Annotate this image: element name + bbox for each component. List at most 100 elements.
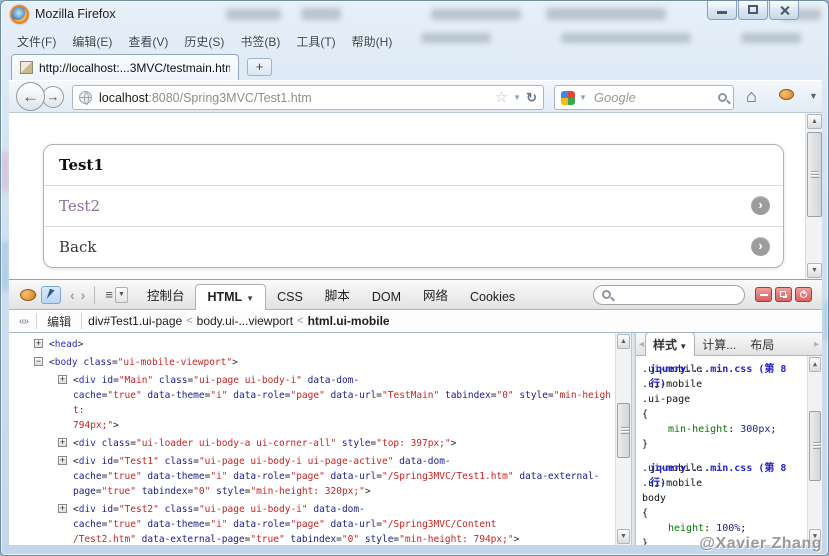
scrollbar-thumb[interactable]: [809, 411, 821, 481]
url-path: :8080/Spring3MVC/Test1.htm: [148, 91, 311, 105]
tabs-scroll-left-icon[interactable]: ◂: [639, 339, 644, 350]
css-declaration[interactable]: min-height: 300px;: [642, 422, 804, 437]
toolbar-overflow-caret-icon[interactable]: ▼: [809, 91, 818, 101]
firebug-deactivate-button[interactable]: [795, 287, 812, 302]
tabs-scroll-right-icon[interactable]: ▸: [814, 339, 819, 350]
menu-item-2[interactable]: 查看(V): [128, 33, 168, 50]
menu-item-3[interactable]: 历史(S): [184, 33, 224, 50]
side-tab-2[interactable]: 布局: [743, 333, 781, 356]
firebug-tab-5[interactable]: 网络: [412, 280, 459, 310]
expander-toggle-icon[interactable]: +: [34, 339, 43, 348]
breadcrumb-node-1[interactable]: body.ui-...viewport: [197, 314, 294, 328]
menu-item-1[interactable]: 编辑(E): [72, 33, 112, 50]
url-bar[interactable]: localhost:8080/Spring3MVC/Test1.htm ☆ ▼ …: [72, 85, 544, 110]
tree-node[interactable]: +<div id="Test2" class="ui-page ui-body-…: [9, 502, 611, 545]
expander-toggle-icon[interactable]: −: [34, 357, 43, 366]
tab-title: http://localhost:...3MVC/testmain.htm: [39, 61, 230, 75]
css-declaration[interactable]: height: 100%;: [642, 521, 804, 536]
css-file-link[interactable]: jquery....min.css (第 8 行): [650, 362, 808, 392]
site-identity-globe-icon[interactable]: [79, 91, 92, 104]
tree-node[interactable]: +<div id="Main" class="ui-page ui-body-i…: [9, 373, 611, 433]
google-engine-icon[interactable]: [561, 91, 575, 105]
tree-node[interactable]: +<div class="ui-loader ui-body-a ui-corn…: [9, 436, 611, 451]
minimize-button[interactable]: [707, 1, 737, 20]
scrollbar-thumb[interactable]: [617, 403, 630, 458]
firebug-tab-2[interactable]: CSS: [266, 285, 314, 310]
css-property: min-height: [668, 424, 728, 435]
history-back-icon[interactable]: ‹: [70, 287, 75, 303]
side-tab-1[interactable]: 计算...: [695, 333, 743, 356]
maximize-button[interactable]: [738, 1, 768, 20]
inspect-element-button[interactable]: [41, 286, 61, 304]
panel-list-caret-icon[interactable]: ▼: [115, 287, 128, 303]
search-engine-caret-icon[interactable]: ▼: [579, 93, 587, 102]
side-panel-tabs: ◂样式 ▼计算...布局 ▸: [636, 333, 822, 356]
breadcrumb-separator: <: [297, 315, 303, 327]
side-tab-0[interactable]: 样式 ▼: [645, 332, 695, 357]
firebug-search-box[interactable]: [593, 285, 745, 305]
search-bar[interactable]: ▼ Google: [554, 85, 734, 110]
firebug-tab-1[interactable]: HTML▼: [195, 284, 266, 311]
menu-item-0[interactable]: 文件(F): [17, 33, 56, 50]
bookmark-star-icon[interactable]: ☆: [495, 90, 508, 105]
expander-toggle-icon[interactable]: +: [58, 456, 67, 465]
tree-node[interactable]: +<div id="Test1" class="ui-page ui-body-…: [9, 454, 611, 499]
forward-button[interactable]: →: [42, 86, 64, 108]
url-dropdown-caret-icon[interactable]: ▼: [513, 93, 521, 102]
chevron-right-icon: ›: [751, 237, 770, 256]
firebug-tab-4[interactable]: DOM: [361, 285, 412, 310]
style-scrollbar[interactable]: ▲ ▼: [807, 356, 822, 545]
scroll-up-arrow[interactable]: ▲: [809, 357, 821, 372]
tree-node[interactable]: −<body class="ui-mobile-viewport">: [9, 355, 611, 370]
tab-favicon: [20, 61, 33, 74]
expander-toggle-icon[interactable]: +: [58, 504, 67, 513]
panel-list-icon[interactable]: ≡: [105, 287, 113, 302]
scroll-up-arrow[interactable]: ▲: [617, 334, 630, 349]
browser-window: Mozilla Firefox 文件(F) 编辑(E) 查看(V) 历史(S) 书签(B…: [0, 0, 829, 556]
menu-item-6[interactable]: 帮助(H): [352, 33, 393, 50]
firebug-toolbar-button[interactable]: [779, 89, 794, 100]
menu-item-4[interactable]: 书签(B): [240, 33, 280, 50]
page-scrollbar[interactable]: ▲ ▼: [805, 113, 822, 279]
menu-bar: 文件(F) 编辑(E) 查看(V) 历史(S) 书签(B) 工具(T) 帮助(H): [17, 31, 392, 51]
scrollbar-thumb[interactable]: [807, 132, 822, 217]
css-file-link[interactable]: jquery....min.css (第 8 行): [650, 461, 808, 491]
firebug-tab-6[interactable]: Cookies: [459, 285, 526, 310]
close-button[interactable]: [769, 1, 799, 20]
firebug-minimize-button[interactable]: [755, 287, 772, 302]
list-item[interactable]: Back›: [44, 226, 783, 267]
scroll-down-arrow[interactable]: ▼: [807, 263, 822, 278]
back-button[interactable]: ←: [16, 82, 45, 111]
firebug-panel: ‹ › ≡ ▼ 控制台HTML▼CSS脚本DOM网络Cookies «» 编辑 …: [9, 279, 822, 545]
breadcrumb-node-0[interactable]: div#Test1.ui-page: [88, 314, 182, 328]
css-value: 100%: [716, 523, 740, 534]
expander-toggle-icon[interactable]: +: [58, 438, 67, 447]
firebug-search-input[interactable]: [617, 289, 727, 301]
css-rule: .ui-mobile.ui-mobile.ui-pagejquery....mi…: [642, 362, 804, 452]
firebug-menu-icon[interactable]: [20, 289, 36, 301]
firebug-tab-3[interactable]: 脚本: [314, 280, 361, 310]
page-viewport: Test1Test2›Back› ▲ ▼: [9, 113, 822, 279]
firefox-logo-icon: [10, 5, 29, 24]
tree-node[interactable]: +<head>: [9, 337, 611, 352]
scroll-up-arrow[interactable]: ▲: [807, 114, 822, 129]
history-forward-icon[interactable]: ›: [81, 287, 86, 303]
reload-icon[interactable]: ↻: [526, 90, 537, 106]
style-rules-content: .ui-mobile.ui-mobile.ui-pagejquery....mi…: [636, 356, 822, 545]
search-magnifier-icon[interactable]: [718, 93, 727, 102]
scroll-down-arrow[interactable]: ▼: [617, 529, 630, 544]
title-bar: Mozilla Firefox: [1, 1, 829, 29]
tree-scrollbar[interactable]: ▲ ▼: [615, 333, 631, 545]
edit-button[interactable]: 编辑: [39, 311, 79, 332]
firebug-tab-0[interactable]: 控制台: [136, 280, 196, 310]
home-button[interactable]: ⌂: [746, 86, 757, 107]
menu-item-5[interactable]: 工具(T): [296, 33, 335, 50]
side-panels-toggle-icon[interactable]: «»: [19, 316, 28, 327]
list-item[interactable]: Test2›: [44, 185, 783, 226]
browser-tab[interactable]: http://localhost:...3MVC/testmain.htm: [11, 54, 239, 80]
expander-toggle-icon[interactable]: +: [58, 375, 67, 384]
breadcrumb-node-2[interactable]: html.ui-mobile: [308, 314, 390, 328]
tab-strip: http://localhost:...3MVC/testmain.htm +: [9, 53, 822, 80]
new-tab-button[interactable]: +: [247, 58, 272, 76]
firebug-detach-button[interactable]: [775, 287, 792, 302]
